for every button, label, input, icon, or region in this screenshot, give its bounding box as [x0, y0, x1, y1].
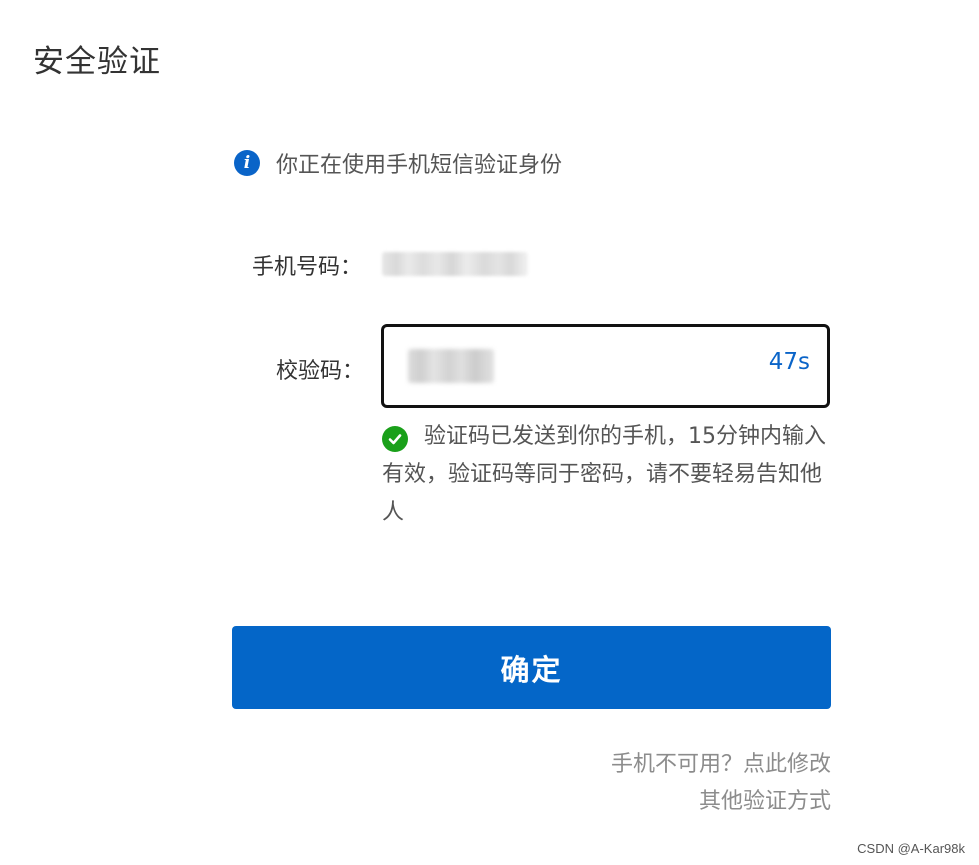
code-value-obscured	[408, 349, 494, 383]
info-icon: i	[234, 150, 260, 176]
confirm-button[interactable]: 确定	[232, 626, 831, 709]
resend-countdown: 47s	[768, 349, 810, 375]
code-sent-text: 验证码已发送到你的手机，15分钟内输入有效，验证码等同于密码，请不要轻易告知他人	[382, 424, 826, 525]
phone-label: 手机号码：	[252, 255, 363, 280]
verification-code-input[interactable]: 47s	[381, 324, 830, 408]
code-label: 校验码：	[276, 359, 365, 384]
phone-number-obscured	[382, 252, 528, 276]
phone-unavailable-link[interactable]: 手机不可用？点此修改	[611, 746, 831, 778]
security-verification-page: 安全验证 i 你正在使用手机短信验证身份 手机号码： 校验码： 47s 验证码已…	[0, 0, 979, 865]
notice-text: 你正在使用手机短信验证身份	[276, 153, 563, 178]
code-sent-message: 验证码已发送到你的手机，15分钟内输入有效，验证码等同于密码，请不要轻易告知他人	[382, 418, 827, 532]
sms-notice: i 你正在使用手机短信验证身份	[234, 147, 562, 179]
page-title: 安全验证	[33, 44, 161, 80]
check-circle-icon	[382, 426, 408, 452]
other-verification-link[interactable]: 其他验证方式	[699, 783, 831, 815]
csdn-watermark: CSDN @A-Kar98k	[857, 841, 965, 856]
